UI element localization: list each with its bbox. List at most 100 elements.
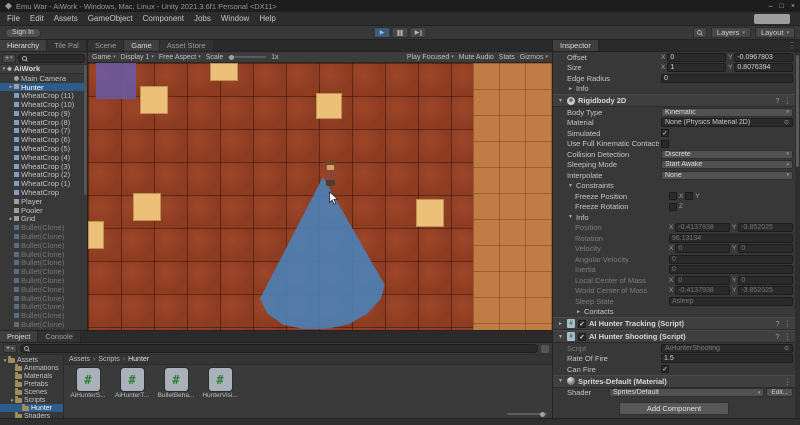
foldout-arrow-icon[interactable]: ► [575,309,582,315]
dropdown-shader[interactable]: Sprites/Default▾ [609,388,764,397]
hierarchy-item-bullet-clone[interactable]: Bullet(Clone) [0,303,87,312]
value-field[interactable]: -3.852025 [738,286,793,295]
breadcrumb-item-assets[interactable]: Assets [69,356,90,363]
project-search-input[interactable] [20,344,538,353]
value-field[interactable]: 0 [675,276,730,285]
sign-in-button[interactable]: Sign In [5,28,41,38]
row-ai-hunter-shooting-script[interactable]: ▼#✓AI Hunter Shooting (Script)?⋮ [553,330,795,343]
expand-arrow-icon[interactable]: ▼ [1,66,7,71]
hierarchy-item-bullet-clone[interactable]: Bullet(Clone) [0,267,87,276]
row-world-center-of-mass[interactable]: World Center of MassX-0.4137938Y-3.85202… [553,286,795,297]
maximize-button[interactable]: □ [780,3,784,10]
value-field[interactable]: 0 [669,265,793,274]
hierarchy-item-grid[interactable]: ►Grid [0,215,87,224]
value-field[interactable]: 0 [667,53,726,62]
breadcrumb-item-hunter[interactable]: Hunter [128,356,149,363]
pause-button[interactable] [392,27,409,38]
checkbox-simulated[interactable]: ✓ [661,129,669,137]
row-position[interactable]: PositionX-0.4137938Y-3.852025 [553,223,795,234]
game-viewport[interactable] [88,63,552,330]
folder-assets[interactable]: ▼Assets [0,356,63,364]
value-field[interactable]: Asleep [669,297,793,306]
hierarchy-item-wheatcrop-1[interactable]: WheatCrop (1) [0,179,87,188]
component-enabled-checkbox[interactable]: ✓ [578,320,586,328]
hidden-packages-icon[interactable] [541,345,549,353]
hierarchy-item-player[interactable]: Player [0,197,87,206]
folder-prefabs[interactable]: Prefabs [0,380,63,388]
menu-item-assets[interactable]: Assets [49,14,83,23]
minimize-button[interactable]: – [769,3,773,10]
menu-item-file[interactable]: File [2,14,25,23]
value-field[interactable]: 0 [669,255,793,264]
hierarchy-item-bullet-clone[interactable]: Bullet(Clone) [0,320,87,329]
row-simulated[interactable]: Simulated✓ [553,128,795,139]
checkbox-freeze-position-y[interactable] [685,192,693,200]
tab-console[interactable]: Console [38,331,81,342]
kebab-menu-icon[interactable]: ⋮ [784,377,792,386]
dropdown-sleeping-mode[interactable]: Start Awake▾ [661,160,793,169]
value-field[interactable]: 0.8076394 [734,63,793,72]
asset-aihunters[interactable]: #AiHunterS... [72,368,104,399]
value-field[interactable]: -0.0967803 [734,53,793,62]
row-collision-detection[interactable]: Collision DetectionDiscrete▾ [553,149,795,160]
display-dropdown[interactable]: Display 1▾ [121,54,154,61]
tab-tile-palette[interactable]: Tile Pal [47,40,87,51]
foldout-arrow-icon[interactable]: ▼ [557,334,564,340]
hierarchy-item-wheatcrop-6[interactable]: WheatCrop (6) [0,135,87,144]
hierarchy-item-wheatcrop-8[interactable]: WheatCrop (8) [0,118,87,127]
row-script[interactable]: ScriptAiHunterShooting⊙ [553,343,795,354]
hierarchy-item-bullet-clone[interactable]: Bullet(Clone) [0,259,87,268]
value-field[interactable]: 0 [675,244,730,253]
inspector-scrollbar[interactable] [795,52,800,418]
menu-item-help[interactable]: Help [254,14,280,23]
menubar-right-button[interactable] [754,14,790,24]
row-angular-velocity[interactable]: Angular Velocity0 [553,254,795,265]
checkbox-use-full-kinematic-contacts[interactable] [661,140,669,148]
object-field-material[interactable]: None (Physics Material 2D)⊙ [661,118,793,127]
row-rate-of-fire[interactable]: Rate Of Fire1.5 [553,354,795,365]
foldout-arrow-icon[interactable]: ▼ [567,214,574,220]
hierarchy-item-wheatcrop-11[interactable]: WheatCrop (11) [0,91,87,100]
row-inertia[interactable]: Inertia0 [553,265,795,276]
scale-slider-knob[interactable] [229,55,234,60]
gizmos-dropdown[interactable]: Gizmos▾ [520,54,548,61]
folder-scripts[interactable]: ▼Scripts [0,396,63,404]
kebab-menu-icon[interactable]: ⋮ [784,332,792,341]
value-field[interactable]: 1.5 [661,354,793,363]
help-icon[interactable]: ? [775,332,779,341]
foldout-arrow-icon[interactable]: ▼ [567,183,574,189]
folder-shaders[interactable]: Shaders [0,412,63,418]
breadcrumb-item-scripts[interactable]: Scripts [98,356,119,363]
hierarchy-search-input[interactable] [18,54,85,63]
tab-project[interactable]: Project [0,331,38,342]
folder-materials[interactable]: Materials [0,372,63,380]
row-offset[interactable]: OffsetX0Y-0.0967803 [553,52,795,63]
row-interpolate[interactable]: InterpolateNone▾ [553,170,795,181]
tab-inspector[interactable]: Inspector [553,40,599,51]
icon-size-knob[interactable] [540,412,545,417]
foldout-arrow-icon[interactable]: ▼ [557,98,564,104]
step-button[interactable]: ▶ [410,27,427,38]
hierarchy-item-pooler[interactable]: Pooler [0,206,87,215]
inspector-scrollbar-thumb[interactable] [796,55,799,167]
menu-item-edit[interactable]: Edit [25,14,49,23]
menu-item-gameobject[interactable]: GameObject [83,14,138,23]
hierarchy-item-wheatcrop-9[interactable]: WheatCrop (9) [0,109,87,118]
object-picker-icon[interactable]: ⊙ [784,119,789,126]
value-field[interactable]: 0 [738,276,793,285]
hierarchy-item-aiwork[interactable]: ▼AiWork [0,65,87,74]
hierarchy-item-wheatcrop-3[interactable]: WheatCrop (3) [0,162,87,171]
tab-hierarchy[interactable]: Hierarchy [0,40,47,51]
row-freeze-rotation[interactable]: Freeze RotationZ [553,202,795,213]
row-shader[interactable]: ShaderSprites/Default▾Edit... [553,388,795,399]
dropdown-collision-detection[interactable]: Discrete▾ [661,150,793,159]
folder-hunter[interactable]: Hunter [0,404,63,412]
tab-game[interactable]: Game [124,40,159,51]
row-rotation[interactable]: Rotation96.13134 [553,233,795,244]
icon-size-slider[interactable] [507,413,547,415]
hierarchy-item-main-camera[interactable]: Main Camera [0,74,87,83]
mute-audio-toggle[interactable]: Mute Audio [459,54,494,61]
hierarchy-item-wheatcrop-7[interactable]: WheatCrop (7) [0,127,87,136]
checkbox-can-fire[interactable]: ✓ [661,365,669,373]
row-info[interactable]: ►Info [553,84,795,95]
